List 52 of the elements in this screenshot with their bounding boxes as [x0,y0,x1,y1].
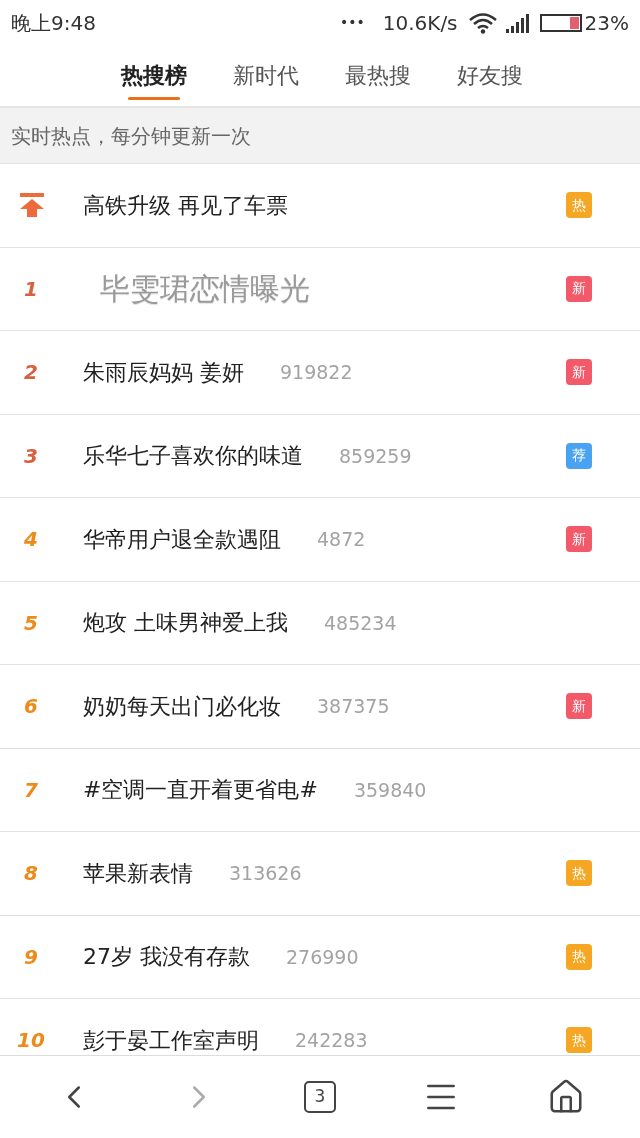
search-count: 276990 [286,944,359,970]
rank-number: 4 [24,526,38,554]
search-count: 919822 [280,360,353,385]
battery-icon [539,13,582,32]
topic-title[interactable]: #空调一直开着更省电# [83,773,318,807]
clock: 晚上9:48 [11,9,96,37]
topic-title[interactable]: 炮攻 土味男神爱上我 [83,606,288,640]
topic-title[interactable]: 彭于晏工作室声明 [83,1023,259,1055]
search-count: 4872 [317,527,366,552]
search-count: 387375 [317,694,390,719]
topic-title[interactable]: 奶奶每天出门必化妆 [83,689,281,723]
category-tab[interactable]: 最热搜 [345,45,411,106]
update-notice: 实时热点，每分钟更新一次 [11,122,251,150]
topic-badge: 新 [566,359,592,386]
topic-badge: 热 [566,860,592,887]
network-speed: 10.6K/s [382,9,458,37]
rank-number: 1 [24,275,38,303]
battery-percent: 23% [584,9,629,37]
search-count: 359840 [353,777,427,803]
rank-number: 8 [24,860,38,888]
rank-number: 3 [24,442,38,470]
topic-title[interactable]: 苹果新表情 [83,856,193,890]
topic-badge: 新 [566,275,592,302]
rank-number: 10 [17,1027,45,1055]
topic-title[interactable]: 乐华七子喜欢你的味道 [83,439,303,473]
topic-badge: 热 [566,943,592,970]
more-indicator: ••• [339,13,365,32]
search-count: 242283 [295,1028,368,1053]
signal-icon [505,12,532,33]
wifi-icon [467,11,498,34]
rank-number: 7 [24,776,38,804]
topic-title[interactable]: 华帝用户退全款遇阻 [83,522,281,556]
search-count: 485234 [324,610,397,636]
topic-badge: 热 [566,1027,592,1054]
search-count: 313626 [229,861,302,886]
tab-count-button[interactable]: 3 [303,1081,336,1113]
topic-title[interactable]: 27岁 我没有存款 [83,940,250,974]
category-tab[interactable]: 热搜榜 [121,45,187,106]
category-tab[interactable]: 新时代 [233,45,299,106]
search-count: 859259 [339,443,412,469]
rank-number: 2 [24,359,38,387]
topic-title[interactable]: 高铁升级 再见了车票 [83,188,288,222]
rank-number: 6 [24,693,38,721]
topic-badge: 荐 [566,442,592,469]
rank-number: 9 [24,943,38,971]
topic-badge: 热 [566,192,592,219]
category-tab[interactable]: 好友搜 [457,45,523,106]
topic-title[interactable]: 朱雨辰妈妈 姜妍 [83,355,244,389]
topic-badge: 新 [566,526,592,553]
rank-number: 5 [24,609,38,637]
pin-top-icon [19,192,45,219]
topic-badge: 新 [566,693,592,720]
